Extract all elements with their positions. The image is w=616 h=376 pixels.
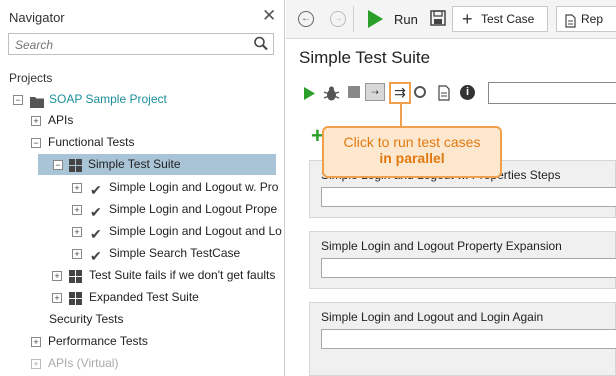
tree-label: Simple Login and Logout Prope xyxy=(109,202,278,216)
tree-item-functional-tests[interactable]: − Functional Tests xyxy=(0,132,284,153)
tooltip-callout: Click to run test cases in parallel xyxy=(322,126,502,178)
tree-item-performance-tests[interactable]: + Performance Tests xyxy=(0,331,284,352)
tree-item-test-suite[interactable]: + Test Suite fails if we don't get fault… xyxy=(0,265,284,286)
test-case-title: Simple Login and Logout and Login Again xyxy=(321,310,544,324)
progress-field xyxy=(488,82,616,104)
main-toolbar: ← → Run + Test Case Rep xyxy=(286,0,616,39)
add-test-case-button[interactable]: + Test Case xyxy=(452,6,548,32)
tree-item-simple-test-suite[interactable]: − Simple Test Suite xyxy=(38,154,276,175)
collapse-icon[interactable]: − xyxy=(31,138,41,148)
callout-emphasis: in parallel xyxy=(379,150,445,166)
test-case-progress xyxy=(321,329,616,349)
test-case-progress xyxy=(321,187,616,207)
plus-icon: + xyxy=(462,9,473,29)
bug-icon[interactable] xyxy=(323,85,340,105)
checkmark-icon: ✔ xyxy=(90,204,102,220)
callout-text: Click to run test cases xyxy=(343,134,481,150)
collapse-icon[interactable]: − xyxy=(13,95,23,105)
tree-item-project[interactable]: − SOAP Sample Project xyxy=(0,89,284,110)
test-case-title: Simple Login and Logout Property Expansi… xyxy=(321,239,562,253)
navigator-title: Navigator xyxy=(9,10,65,25)
tree-item-test-case[interactable]: + ✔ Simple Login and Logout w. Pro xyxy=(0,177,284,198)
test-case-panel[interactable]: Simple Login and Logout Property Expansi… xyxy=(309,231,616,289)
options-icon[interactable] xyxy=(414,86,426,98)
test-suite-icon xyxy=(69,158,82,179)
info-icon[interactable]: i xyxy=(460,85,475,100)
stop-icon[interactable] xyxy=(348,86,360,98)
projects-label: Projects xyxy=(9,71,53,85)
checkmark-icon: ✔ xyxy=(90,182,102,198)
tree-label: APIs (Virtual) xyxy=(48,356,119,370)
report-label: Rep xyxy=(581,12,604,26)
run-button[interactable]: Run xyxy=(366,9,418,32)
expand-icon[interactable]: + xyxy=(31,359,41,369)
expand-icon[interactable]: + xyxy=(72,227,82,237)
navigator-panel: Navigator ✕ Projects − SOAP Sample Proje… xyxy=(0,0,285,376)
page-title: Simple Test Suite xyxy=(299,48,431,67)
save-icon[interactable] xyxy=(430,10,446,29)
expand-icon[interactable]: + xyxy=(31,116,41,126)
expand-icon[interactable]: + xyxy=(31,337,41,347)
tree-item-test-suite[interactable]: + Expanded Test Suite xyxy=(0,287,284,308)
tree-item-apis-virtual[interactable]: + APIs (Virtual) xyxy=(0,353,284,374)
tree-label: Test Suite fails if we don't get faults xyxy=(89,268,276,282)
tree-item-apis[interactable]: + APIs xyxy=(0,110,284,131)
tree-item-test-case[interactable]: + ✔ Simple Login and Logout Prope xyxy=(0,199,284,220)
suite-toolbar: ⇢ ⇉ i xyxy=(286,80,616,108)
run-icon[interactable] xyxy=(303,86,316,104)
forward-icon[interactable]: → xyxy=(330,11,346,27)
tree-label: APIs xyxy=(48,113,74,127)
expand-icon[interactable]: + xyxy=(72,183,82,193)
expand-icon[interactable]: + xyxy=(52,293,62,303)
expand-icon[interactable]: + xyxy=(72,249,82,259)
report-icon xyxy=(565,12,576,36)
toolbar-divider xyxy=(353,6,354,32)
tree-label: Simple Test Suite xyxy=(88,157,181,171)
report-button[interactable]: Rep xyxy=(556,6,616,32)
run-label: Run xyxy=(394,12,418,27)
tree-label: Simple Search TestCase xyxy=(109,246,241,260)
tree-label: Security Tests xyxy=(49,312,124,326)
document-icon[interactable] xyxy=(438,85,450,104)
tree-label: Simple Login and Logout w. Pro xyxy=(109,180,279,194)
tree-label: Performance Tests xyxy=(48,334,148,348)
play-icon xyxy=(368,10,383,28)
tree-label: Expanded Test Suite xyxy=(89,290,199,304)
test-case-panel[interactable]: Simple Login and Logout and Login Again xyxy=(309,302,616,376)
tree-item-security-tests[interactable]: Security Tests xyxy=(0,309,284,330)
checkmark-icon: ✔ xyxy=(90,226,102,242)
expand-icon[interactable]: + xyxy=(52,271,62,281)
test-case-label: Test Case xyxy=(481,12,535,26)
back-icon[interactable]: ← xyxy=(298,11,314,27)
search-field[interactable] xyxy=(8,33,274,55)
close-icon[interactable]: ✕ xyxy=(262,7,276,24)
tree-label: Functional Tests xyxy=(48,135,135,149)
tree-item-test-case[interactable]: + ✔ Simple Search TestCase xyxy=(0,243,284,264)
sequential-run-icon[interactable]: ⇢ xyxy=(365,83,385,101)
tree-label: Simple Login and Logout and Lo xyxy=(109,224,282,238)
expand-icon[interactable]: + xyxy=(72,205,82,215)
tree-label: SOAP Sample Project xyxy=(49,92,167,106)
tree-item-test-case[interactable]: + ✔ Simple Login and Logout and Lo xyxy=(0,221,284,242)
search-icon[interactable] xyxy=(253,35,269,56)
callout-connector xyxy=(400,104,402,127)
checkmark-icon: ✔ xyxy=(90,248,102,264)
search-input[interactable] xyxy=(13,35,247,55)
parallel-run-icon[interactable]: ⇉ xyxy=(389,82,411,104)
test-case-progress xyxy=(321,258,616,278)
collapse-icon[interactable]: − xyxy=(53,160,63,170)
